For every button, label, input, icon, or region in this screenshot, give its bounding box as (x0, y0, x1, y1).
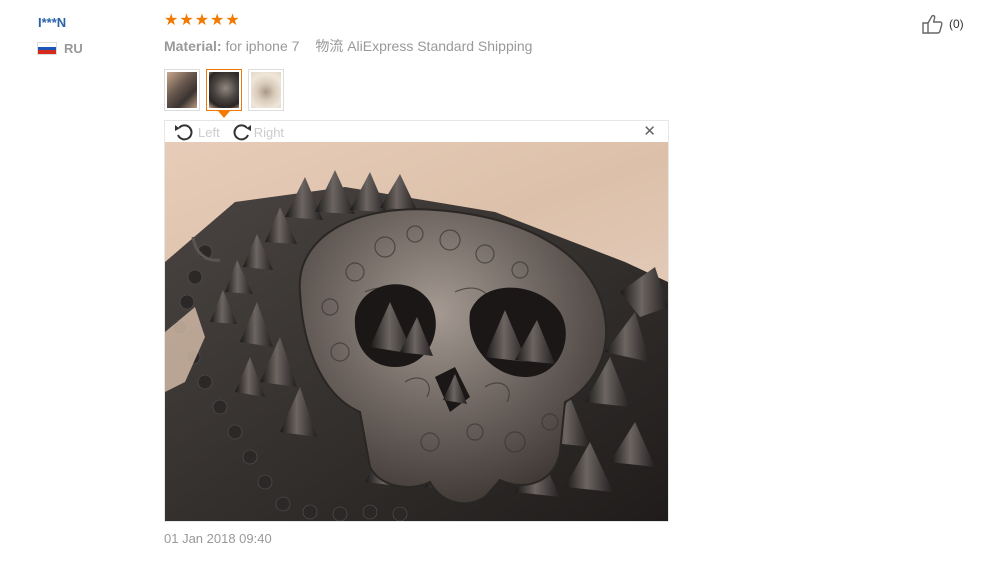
shipping-label: 物流 (315, 38, 344, 54)
reviewer-country: RU (37, 41, 83, 56)
star-icon: ★ (179, 12, 194, 29)
review-photo (165, 142, 668, 521)
rotate-left-icon (175, 124, 193, 141)
review-info: Material: for iphone 7 物流 AliExpress Sta… (164, 36, 532, 56)
thumbnail-2[interactable] (206, 69, 242, 111)
rotate-right-icon (233, 124, 251, 141)
attribute-value: for iphone 7 (225, 38, 300, 54)
rotate-right-label: Right (253, 124, 285, 140)
shipping-value: AliExpress Standard Shipping (347, 38, 533, 54)
star-icon: ★ (210, 12, 225, 29)
thumbnail-image (251, 72, 281, 108)
thumbnail-1[interactable] (164, 69, 200, 111)
image-viewer: Left Right ✕ (164, 120, 669, 522)
thumbs-up-icon (922, 14, 943, 34)
country-code: RU (64, 41, 83, 56)
helpful-count: (0) (949, 17, 964, 31)
rotate-right-button[interactable]: Right (230, 122, 284, 142)
review-date: 01 Jan 2018 09:40 (164, 531, 272, 546)
star-rating: ★ ★ ★ ★ ★ (164, 13, 240, 29)
attribute-key: Material: (164, 38, 222, 54)
rotate-left-button[interactable]: Left (174, 122, 220, 142)
reviewer-name: I***N (38, 15, 67, 30)
rotate-left-label: Left (198, 124, 220, 140)
russia-flag-icon (37, 42, 57, 55)
star-icon: ★ (164, 12, 179, 29)
helpful-button[interactable]: (0) (922, 14, 964, 34)
thumbnail-strip (164, 69, 284, 111)
close-icon[interactable]: ✕ (643, 124, 656, 140)
thumbnail-image (167, 72, 197, 108)
star-icon: ★ (194, 12, 210, 29)
viewer-toolbar: Left Right ✕ (165, 121, 668, 143)
thumbnail-image (209, 72, 239, 108)
star-icon: ★ (225, 12, 240, 29)
thumbnail-3[interactable] (248, 69, 284, 111)
